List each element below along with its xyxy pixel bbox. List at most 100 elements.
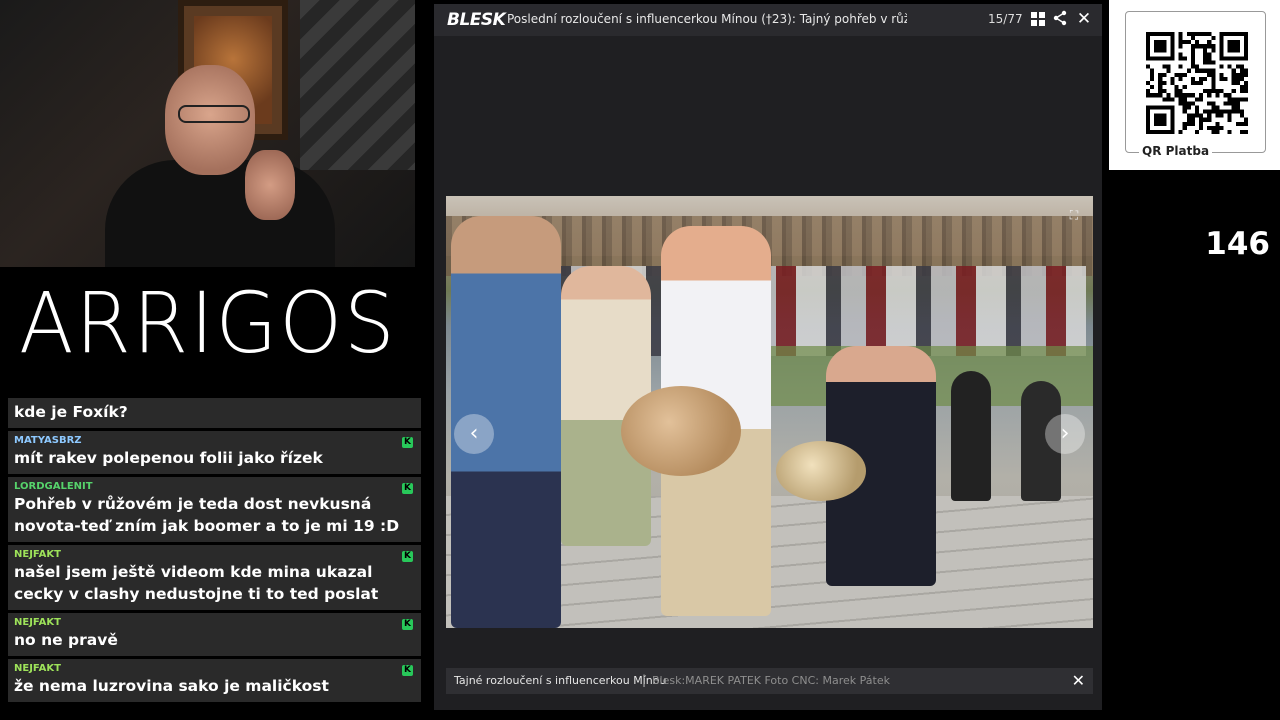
qr-module <box>1158 72 1163 77</box>
qr-module <box>1154 40 1167 53</box>
qr-module <box>1207 93 1212 98</box>
qr-module <box>1207 117 1212 122</box>
qr-module <box>1174 72 1179 77</box>
qr-module <box>1207 56 1212 61</box>
qr-module <box>1239 109 1244 114</box>
qr-module <box>1186 117 1191 122</box>
qr-module <box>1190 56 1195 61</box>
qr-module <box>1207 52 1212 57</box>
qr-module <box>1146 89 1151 94</box>
gallery-header: BLESK Poslední rozloučení s influencerko… <box>434 4 1102 36</box>
qr-module <box>1203 76 1208 81</box>
qr-module <box>1239 97 1244 102</box>
qr-module <box>1227 113 1232 118</box>
qr-module <box>1186 121 1191 126</box>
chat-message: NEJFAKT že nema luzrovina sako je maličko… <box>8 659 421 702</box>
qr-module <box>1158 80 1163 86</box>
qr-module <box>1239 76 1244 81</box>
qr-module <box>1182 72 1187 77</box>
gallery-title: Poslední rozloučení s influencerkou Míno… <box>507 12 907 26</box>
qr-module <box>1194 129 1200 134</box>
qr-module <box>1194 113 1200 118</box>
fullscreen-icon[interactable]: ⛶ <box>1067 208 1081 222</box>
qr-module <box>1178 101 1183 106</box>
qr-module <box>1178 93 1183 98</box>
qr-module <box>1243 85 1248 90</box>
photo-person <box>951 371 991 501</box>
qr-module <box>1154 113 1167 126</box>
qr-module <box>1239 129 1244 134</box>
qr-module <box>1170 97 1175 102</box>
qr-module <box>1186 113 1191 118</box>
qr-module <box>1235 80 1240 86</box>
photo-bouquet <box>621 386 741 476</box>
qr-module <box>1199 76 1204 81</box>
qr-module <box>1223 101 1228 106</box>
qr-module <box>1174 93 1179 98</box>
blesk-logo[interactable]: BLESK <box>447 10 506 30</box>
chat-username[interactable]: LORDGALENIT <box>14 480 415 493</box>
qr-module <box>1194 32 1200 37</box>
qr-module <box>1203 44 1208 49</box>
viewer-count: 146 <box>1205 226 1270 262</box>
qr-module <box>1190 113 1195 118</box>
qr-module <box>1243 97 1248 102</box>
chat-text: no ne pravě <box>14 631 118 649</box>
kick-badge-icon: K <box>402 551 413 562</box>
qr-payment-panel: QR Platba <box>1109 0 1280 170</box>
qr-module <box>1182 97 1187 102</box>
qr-module <box>1239 89 1244 94</box>
qr-module <box>1211 80 1216 86</box>
previous-photo-button[interactable]: ‹ <box>454 414 494 454</box>
logo-text: ARRIGOS <box>18 274 397 372</box>
chat-username[interactable]: NEJFAKT <box>14 616 415 629</box>
caption-separator: | <box>642 673 647 687</box>
qr-module <box>1231 72 1236 77</box>
qr-module <box>1239 121 1244 126</box>
grid-view-icon[interactable] <box>1029 10 1047 28</box>
qr-module <box>1190 101 1195 106</box>
chat-username[interactable]: MATYASBRZ <box>14 434 415 447</box>
qr-module <box>1166 97 1171 102</box>
qr-module <box>1194 109 1200 114</box>
kick-badge-icon: K <box>402 619 413 630</box>
next-photo-button[interactable]: › <box>1045 414 1085 454</box>
qr-module <box>1231 97 1236 102</box>
close-caption-icon[interactable]: ✕ <box>1072 671 1085 690</box>
share-icon[interactable] <box>1051 10 1069 28</box>
qr-module <box>1186 40 1191 45</box>
qr-module <box>1207 44 1212 49</box>
qr-module <box>1239 64 1244 69</box>
chat-text: Pohřeb v růžovém je teda dost nevkusná n… <box>14 495 400 535</box>
qr-module <box>1203 56 1208 61</box>
qr-module <box>1178 64 1183 69</box>
qr-module <box>1223 93 1228 98</box>
channel-logo: ARRIGOS <box>0 262 415 384</box>
qr-module <box>1231 101 1236 106</box>
qr-module <box>1211 109 1216 114</box>
qr-module <box>1203 68 1208 73</box>
qr-module <box>1190 52 1195 57</box>
qr-module <box>1182 93 1187 98</box>
chat-username[interactable]: NEJFAKT <box>14 548 415 561</box>
qr-module <box>1182 125 1187 130</box>
qr-module <box>1199 44 1204 49</box>
close-gallery-icon[interactable]: ✕ <box>1075 10 1093 28</box>
qr-module <box>1199 68 1204 73</box>
qr-module <box>1190 93 1195 98</box>
qr-module <box>1239 113 1244 118</box>
qr-module <box>1190 64 1195 69</box>
qr-module <box>1215 121 1220 126</box>
qr-module <box>1203 89 1208 94</box>
qr-module <box>1231 89 1236 94</box>
qr-module <box>1231 68 1236 73</box>
qr-module <box>1190 36 1195 41</box>
qr-module <box>1203 52 1208 57</box>
qr-module <box>1239 68 1244 73</box>
qr-module <box>1231 109 1236 114</box>
qr-module <box>1227 93 1232 98</box>
chat-username[interactable]: NEJFAKT <box>14 662 415 675</box>
qr-module <box>1207 68 1212 73</box>
qr-module <box>1243 121 1248 126</box>
photo-caption-bar: Tajné rozloučení s influencerkou Mínou |… <box>446 668 1093 694</box>
